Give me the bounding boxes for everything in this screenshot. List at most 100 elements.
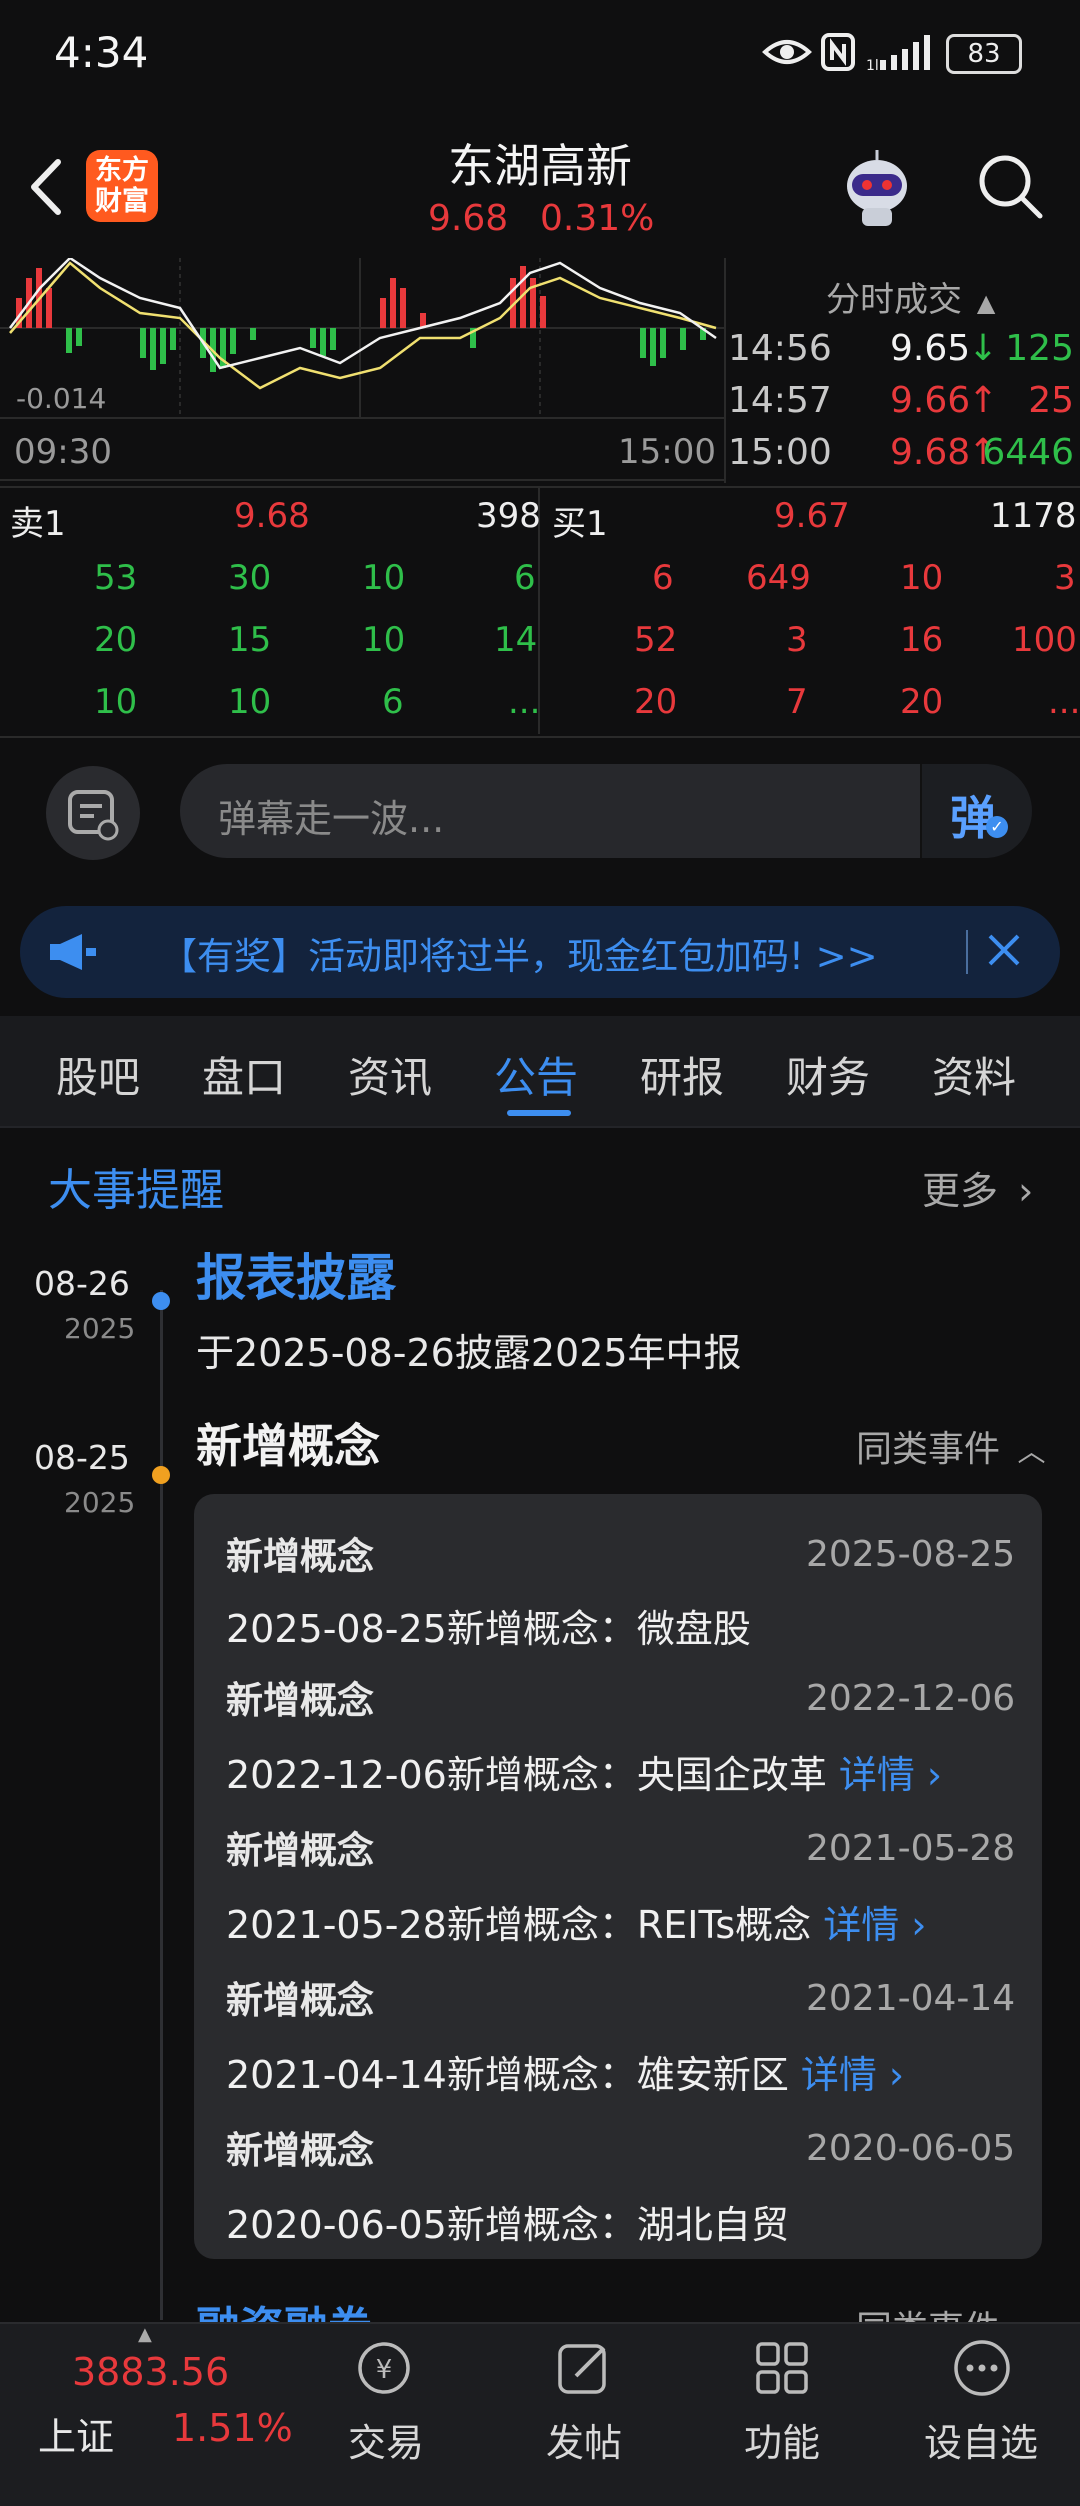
app-logo[interactable]: 东方 财富 [86, 150, 158, 222]
concept-description: 2020-06-05新增概念：湖北自贸 [226, 2194, 789, 2249]
tick-header-label: 分时成交 [826, 280, 962, 320]
more-label: 更多 [922, 1169, 999, 1213]
similar-events-label: 同类事件 [856, 1429, 1001, 1470]
sell-queue-cell: 15 [228, 620, 272, 660]
sell-queue-cell: 14 [494, 620, 538, 660]
sell-queue-cell: 30 [228, 558, 272, 598]
robot-assistant-icon[interactable] [834, 146, 920, 232]
index-value[interactable]: 3883.56 [72, 2350, 229, 2394]
nav-trade[interactable]: 交易 [348, 2412, 424, 2467]
triangle-up-icon: ▲ [976, 289, 996, 317]
events-more-link[interactable]: 更多 › [922, 1160, 1033, 1215]
buy-queue-cell: 6 [652, 558, 674, 598]
nav-add-watchlist[interactable]: 设自选 [924, 2412, 1038, 2467]
tab-research[interactable]: 研报 [640, 1044, 724, 1105]
tick-price: 9.68 [890, 432, 971, 473]
tick-time: 14:56 [728, 328, 832, 369]
similar-events-toggle[interactable]: 同类事件 ︿ [856, 1420, 1045, 1472]
buy-queue-cell: 3 [786, 620, 808, 660]
danmaku-placeholder: 弹幕走一波... [218, 797, 445, 841]
tab-announcements[interactable]: 公告 [494, 1044, 578, 1105]
tick-volume: 6446 [982, 432, 1074, 473]
nav-features[interactable]: 功能 [744, 2412, 820, 2467]
signal-icon: 1l [866, 35, 930, 74]
concept-date: 2021-04-14 [806, 1978, 1016, 2019]
concept-description-text: 2020-06-05新增概念：湖北自贸 [226, 2203, 789, 2247]
concept-date: 2025-08-25 [806, 1534, 1016, 1575]
buy-queue-cell: 7 [786, 682, 808, 722]
tick-volume: 125 [1005, 328, 1074, 369]
concept-title: 新增概念 [226, 1829, 374, 1872]
buy-queue-cell: 100 [1012, 620, 1077, 660]
danmaku-send-button[interactable]: 弹 ✓ [920, 764, 1032, 858]
tab-news[interactable]: 资讯 [348, 1044, 432, 1105]
banner-separator [966, 930, 968, 974]
logo-line-2: 财富 [95, 186, 149, 217]
features-grid-icon[interactable] [750, 2336, 814, 2400]
trade-icon[interactable]: ¥ [352, 2336, 416, 2400]
index-name[interactable]: 上证 [38, 2406, 114, 2461]
tab-finance[interactable]: 财务 [786, 1044, 870, 1105]
chart-negative-label: -0.014 [16, 382, 107, 415]
buy-queue-cell: ... [1048, 682, 1080, 722]
sell-queue-cell: 20 [94, 620, 138, 660]
event-date: 08-26 [34, 1264, 130, 1303]
eye-icon [762, 40, 812, 64]
search-icon[interactable] [974, 150, 1046, 222]
event-description: 于2025-08-26披露2025年中报 [196, 1331, 742, 1375]
tick-panel-header[interactable]: 分时成交 ▲ [826, 272, 995, 321]
arrow-down-icon: ↓ [968, 328, 999, 369]
buy-1-price: 9.67 [774, 496, 850, 536]
svg-text:1l: 1l [866, 58, 879, 74]
index-change[interactable]: 1.51% [172, 2406, 293, 2450]
buy-queue-cell: 20 [900, 682, 944, 722]
concept-description: 2021-04-14新增概念：雄安新区 详情 › [226, 2044, 904, 2099]
tab-pankou[interactable]: 盘口 [202, 1044, 286, 1105]
svg-text:¥: ¥ [376, 2355, 393, 2385]
detail-link[interactable]: 详情 › [801, 2053, 904, 2097]
detail-link[interactable]: 详情 › [839, 1753, 942, 1797]
event-title: 新增概念 [196, 1419, 380, 1473]
timeline-dot [152, 1466, 170, 1484]
tab-guba[interactable]: 股吧 [56, 1044, 140, 1105]
sell-1-label: 卖1 [10, 504, 66, 544]
concept-date: 2021-05-28 [806, 1828, 1016, 1869]
concept-title: 新增概念 [226, 2129, 374, 2172]
tick-row: 14:56 9.65 ↓ 125 [728, 328, 1076, 380]
event-year: 2025 [64, 1312, 136, 1345]
events-section-title: 大事提醒 [48, 1165, 224, 1216]
stock-name[interactable]: 东湖高新 [340, 130, 740, 196]
buy-1-volume: 1178 [990, 496, 1077, 536]
concept-title: 新增概念 [226, 1979, 374, 2022]
close-icon[interactable] [984, 928, 1024, 972]
sell-queue-cell: ... [508, 682, 541, 722]
sell-queue-cell: 53 [94, 558, 138, 598]
sell-queue-cell: 6 [382, 682, 404, 722]
sell-queue-cell: 10 [94, 682, 138, 722]
tick-time: 14:57 [728, 380, 832, 421]
nav-post[interactable]: 发帖 [546, 2412, 622, 2467]
compose-post-icon[interactable] [552, 2336, 616, 2400]
concept-date: 2020-06-05 [806, 2128, 1016, 2169]
back-arrow-icon[interactable] [22, 152, 72, 222]
event-date: 08-25 [34, 1438, 130, 1477]
concept-date: 2022-12-06 [806, 1678, 1016, 1719]
chevron-right-icon: › [1018, 1169, 1034, 1213]
concept-description: 2022-12-06新增概念：央国企改革 详情 › [226, 1744, 942, 1799]
sell-queue-cell: 10 [362, 558, 406, 598]
buy-queue-cell: 16 [900, 620, 944, 660]
caret-up-icon[interactable]: ▲ [138, 2324, 152, 2345]
logo-line-1: 东方 [95, 155, 149, 186]
event-title[interactable]: 报表披露 [196, 1238, 396, 1310]
buy-queue-cell: 649 [746, 558, 811, 598]
detail-link[interactable]: 详情 › [823, 1903, 926, 1947]
tick-row: 15:00 9.68 ↑ 6446 [728, 432, 1076, 484]
danmaku-settings-button[interactable] [46, 766, 140, 860]
buy-1-label: 买1 [552, 504, 608, 544]
promo-banner-text[interactable]: 【有奖】活动即将过半，现金红包加码! >> [160, 926, 878, 980]
tab-profile[interactable]: 资料 [932, 1044, 1016, 1105]
megaphone-icon [50, 934, 96, 970]
danmaku-send-label: 弹 [950, 791, 996, 845]
concept-description: 2021-05-28新增概念：REITs概念 详情 › [226, 1894, 926, 1949]
more-options-icon[interactable] [950, 2336, 1014, 2400]
